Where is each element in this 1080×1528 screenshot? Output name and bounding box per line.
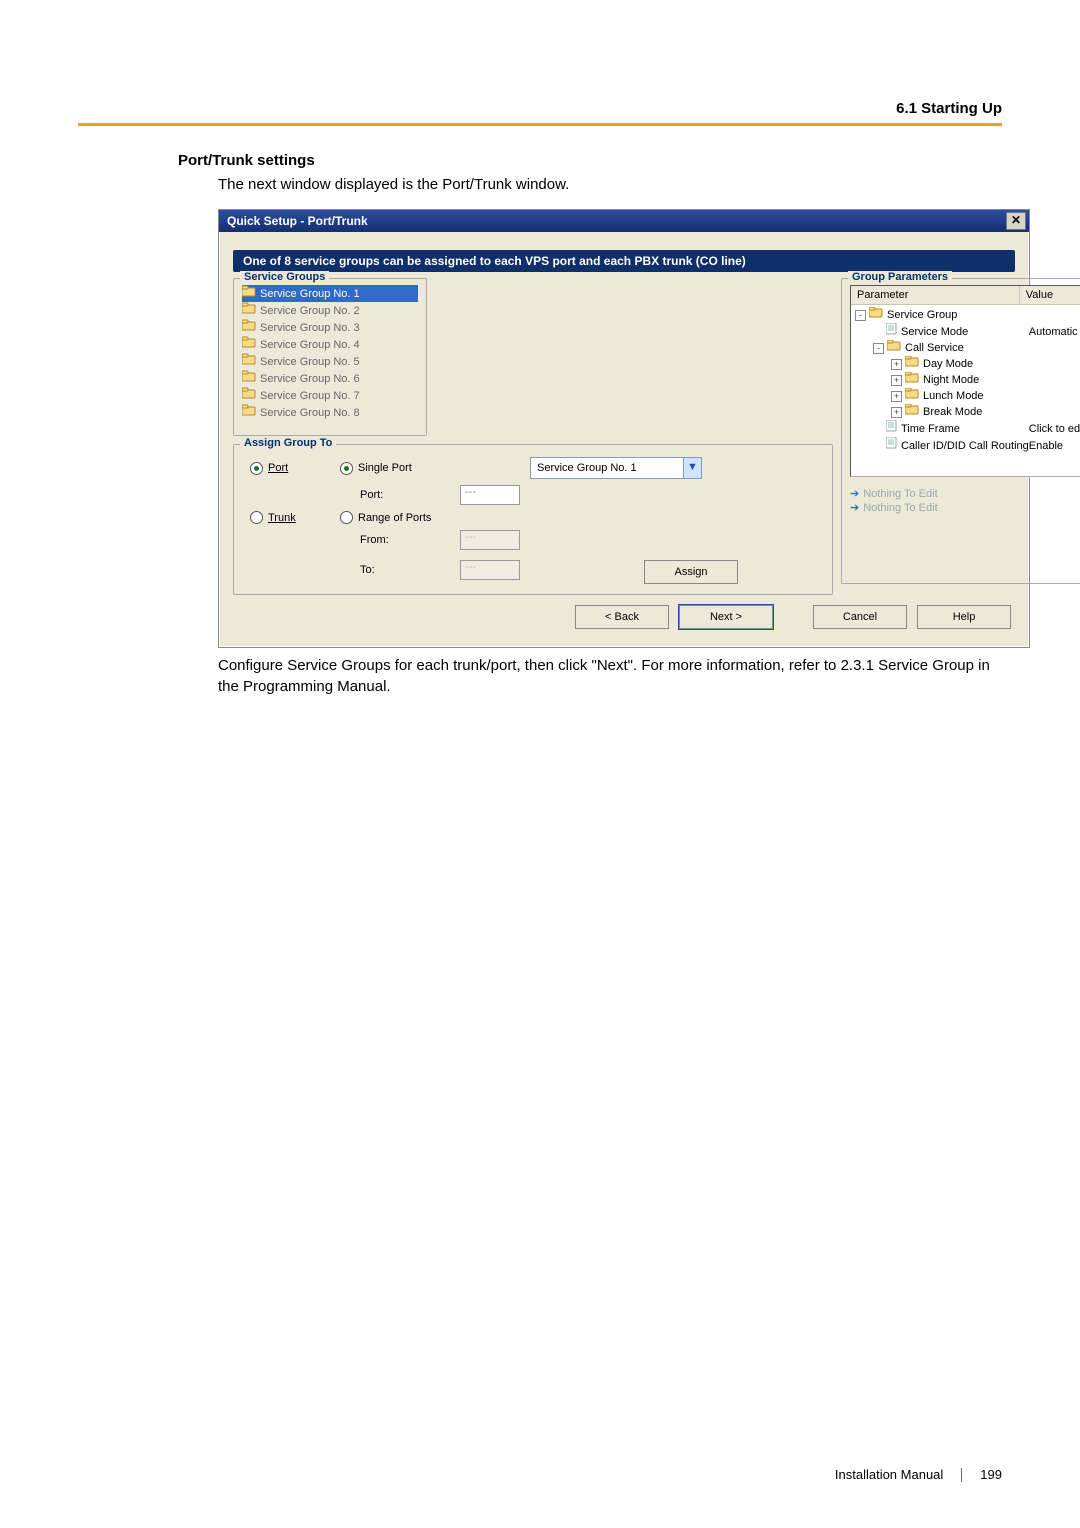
folder-icon: [905, 356, 923, 372]
intro-text: The next window displayed is the Port/Tr…: [218, 175, 1002, 195]
radio-dot-icon: [340, 462, 353, 475]
info-banner: One of 8 service groups can be assigned …: [233, 250, 1015, 272]
service-group-item[interactable]: Service Group No. 6: [242, 370, 418, 387]
page-footer: Installation Manual 199: [0, 1467, 1080, 1482]
tree-row[interactable]: -Call Service: [855, 340, 1080, 356]
tree-row[interactable]: -Service Group: [855, 307, 1080, 323]
folder-icon: [905, 388, 923, 404]
arrow-right-icon: ➔: [850, 501, 859, 515]
tree-row[interactable]: Caller ID/DID Call RoutingEnable: [855, 437, 1080, 454]
from-input: ---: [460, 530, 520, 550]
tree-row[interactable]: +Day Mode: [855, 356, 1080, 372]
folder-icon: [242, 336, 256, 353]
folder-icon: [887, 340, 905, 356]
radio-dot-icon: [250, 511, 263, 524]
col-value: Value: [1020, 286, 1080, 304]
document-icon: [886, 420, 901, 437]
service-group-item[interactable]: Service Group No. 7: [242, 387, 418, 404]
radio-range-ports[interactable]: Range of Ports: [340, 511, 460, 524]
parameter-tree[interactable]: Parameter Value -Service GroupService Mo…: [850, 285, 1080, 477]
next-button[interactable]: Next >: [679, 605, 773, 629]
service-group-item[interactable]: Service Group No. 8: [242, 404, 418, 421]
legend-assign-group: Assign Group To: [240, 437, 336, 449]
expand-icon[interactable]: +: [891, 407, 902, 418]
folder-icon: [242, 319, 256, 336]
fieldset-group-parameters: Group Parameters Parameter Value -Servic…: [841, 278, 1080, 584]
service-group-item[interactable]: Service Group No. 5: [242, 353, 418, 370]
document-icon: [886, 437, 901, 454]
back-button[interactable]: < Back: [575, 605, 669, 629]
service-group-item[interactable]: Service Group No. 4: [242, 336, 418, 353]
service-group-item[interactable]: Service Group No. 2: [242, 302, 418, 319]
section-header: 6.1 Starting Up: [78, 100, 1002, 123]
port-field-label: Port:: [340, 489, 460, 501]
titlebar: Quick Setup - Port/Trunk ✕: [219, 210, 1029, 232]
tree-row[interactable]: Service ModeAutomatic: [855, 323, 1080, 340]
fieldset-assign-group-to: Assign Group To Port Single Port: [233, 444, 833, 595]
header-rule: [78, 123, 1002, 126]
close-icon[interactable]: ✕: [1006, 212, 1026, 230]
tree-row[interactable]: Time FrameClick to edit...: [855, 420, 1080, 437]
fieldset-service-groups: Service Groups Service Group No. 1Servic…: [233, 278, 427, 436]
legend-group-parameters: Group Parameters: [848, 271, 952, 283]
tree-row[interactable]: +Break Mode: [855, 404, 1080, 420]
help-button[interactable]: Help: [917, 605, 1011, 629]
service-group-item[interactable]: Service Group No. 3: [242, 319, 418, 336]
expand-icon[interactable]: -: [855, 310, 866, 321]
footer-doc-title: Installation Manual: [835, 1467, 943, 1482]
legend-service-groups: Service Groups: [240, 271, 329, 283]
from-label: From:: [340, 534, 460, 546]
document-icon: [886, 323, 901, 340]
expand-icon[interactable]: +: [891, 391, 902, 402]
radio-single-port[interactable]: Single Port: [340, 462, 460, 475]
titlebar-text: Quick Setup - Port/Trunk: [227, 214, 368, 228]
expand-icon[interactable]: +: [891, 359, 902, 370]
folder-icon: [242, 302, 256, 319]
folder-icon: [869, 307, 887, 323]
service-group-select[interactable]: Service Group No. 1 ▼: [530, 457, 702, 479]
footer-divider: [961, 1468, 962, 1482]
service-group-list: Service Group No. 1Service Group No. 2Se…: [242, 285, 418, 421]
radio-trunk[interactable]: Trunk: [250, 511, 340, 524]
expand-icon[interactable]: -: [873, 343, 884, 354]
cancel-button[interactable]: Cancel: [813, 605, 907, 629]
radio-port[interactable]: Port: [250, 462, 340, 475]
service-group-item[interactable]: Service Group No. 1: [242, 285, 418, 302]
folder-icon: [905, 372, 923, 388]
folder-icon: [905, 404, 923, 420]
folder-icon: [242, 404, 256, 421]
port-input[interactable]: ---: [460, 485, 520, 505]
radio-dot-icon: [250, 462, 263, 475]
folder-icon: [242, 370, 256, 387]
folder-icon: [242, 285, 256, 302]
outro-text: Configure Service Groups for each trunk/…: [218, 656, 1002, 697]
dialog-quick-setup: Quick Setup - Port/Trunk ✕ One of 8 serv…: [218, 209, 1030, 648]
assign-button[interactable]: Assign: [644, 560, 738, 584]
folder-icon: [242, 353, 256, 370]
col-parameter: Parameter: [851, 286, 1020, 304]
to-input: ---: [460, 560, 520, 580]
to-label: To:: [340, 564, 460, 576]
footer-page-number: 199: [980, 1467, 1002, 1482]
radio-dot-icon: [340, 511, 353, 524]
tree-row[interactable]: +Lunch Mode: [855, 388, 1080, 404]
expand-icon[interactable]: +: [891, 375, 902, 386]
folder-icon: [242, 387, 256, 404]
subheading-port-trunk: Port/Trunk settings: [178, 152, 1002, 169]
nothing-to-edit: ➔Nothing To Edit ➔Nothing To Edit: [850, 487, 1080, 515]
arrow-right-icon: ➔: [850, 487, 859, 501]
select-value: Service Group No. 1: [531, 462, 683, 474]
chevron-down-icon[interactable]: ▼: [683, 458, 701, 478]
tree-row[interactable]: +Night Mode: [855, 372, 1080, 388]
